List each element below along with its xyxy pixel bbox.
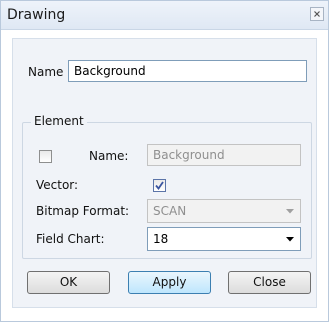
element-name-input[interactable]: Background xyxy=(147,144,301,166)
checkmark-icon xyxy=(155,181,164,190)
close-icon xyxy=(314,11,320,17)
title-bar[interactable]: Drawing xyxy=(1,1,328,30)
field-chart-label: Field Chart: xyxy=(36,232,105,246)
vector-checkbox[interactable] xyxy=(153,179,166,192)
element-name-label: Name: xyxy=(89,149,129,163)
chevron-down-icon xyxy=(286,209,294,214)
ok-button[interactable]: OK xyxy=(27,271,110,294)
dialog-panel: Name Background Element Name: Background… xyxy=(12,38,317,308)
field-chart-value: 18 xyxy=(153,232,169,246)
name-input[interactable]: Background xyxy=(68,60,307,82)
element-group-legend: Element xyxy=(31,114,87,128)
dialog-body: Name Background Element Name: Background… xyxy=(1,30,328,321)
vector-label: Vector: xyxy=(36,178,79,192)
chevron-down-icon xyxy=(286,237,294,242)
bitmap-format-value: SCAN xyxy=(153,204,187,218)
element-name-checkbox[interactable] xyxy=(39,150,52,163)
drawing-dialog: Drawing Name Background Element Name: Ba… xyxy=(0,0,329,322)
window-close-button[interactable] xyxy=(310,7,324,21)
apply-button[interactable]: Apply xyxy=(128,271,211,294)
field-chart-select[interactable]: 18 xyxy=(147,227,301,251)
close-button[interactable]: Close xyxy=(228,271,311,294)
name-label: Name xyxy=(28,65,64,79)
bitmap-format-label: Bitmap Format: xyxy=(36,204,130,218)
bitmap-format-select[interactable]: SCAN xyxy=(147,199,301,223)
element-groupbox: Element Name: Background Vector: Bitmap … xyxy=(22,114,312,259)
window-title: Drawing xyxy=(7,7,66,23)
